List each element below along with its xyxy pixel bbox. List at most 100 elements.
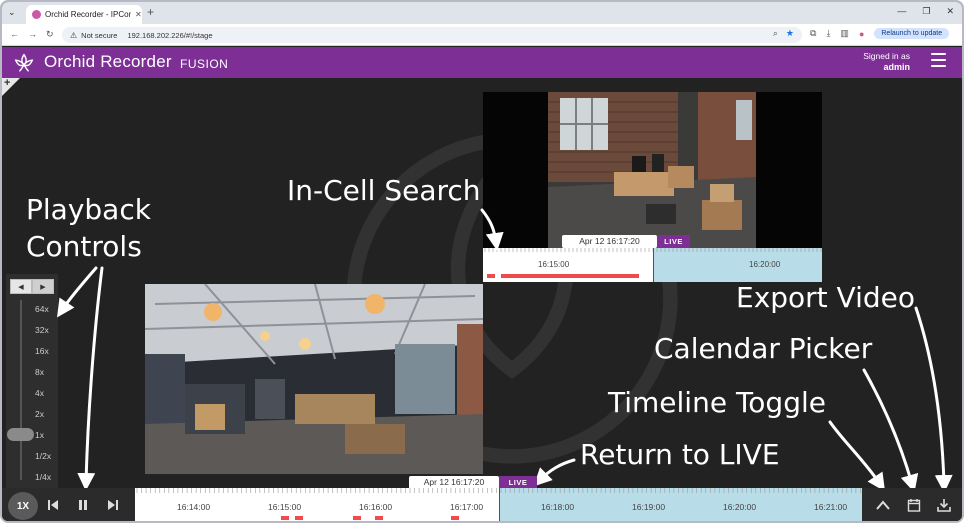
speed-arrows: ◀ ▶ [10,279,54,294]
caret-right-icon: ▶ [40,283,46,291]
download-tray-icon[interactable]: ⤓ [826,28,830,39]
timeline-toggle-button[interactable] [872,494,894,516]
speed-option[interactable]: 32x [35,325,49,335]
browser-tab-strip: ⌄ Orchid Recorder - IPConfigure ✕ + — ❐ … [2,2,962,24]
zoom-icon[interactable]: ⌕ [773,28,778,39]
in-cell-timeline[interactable]: 16:15:00 16:20:00 [483,248,822,282]
speed-option[interactable]: 1/4x [35,472,51,482]
restore-icon[interactable]: ❐ [922,6,930,17]
recording-mark [295,516,303,520]
recording-mark [375,516,383,520]
warning-icon: ⚠ [70,30,78,40]
security-status: Not secure [81,30,118,40]
speed-option-selected[interactable]: 1x [35,430,44,440]
speed-option[interactable]: 2x [35,409,44,419]
tab-title: Orchid Recorder - IPConfigure [45,10,131,19]
step-forward-button[interactable] [104,496,122,514]
camera-cell-1[interactable] [483,92,822,249]
speed-down-button[interactable]: ◀ [10,279,32,294]
browser-toolbar: ← → ↻ ⚠ Not secure 192.168.202.226/#!/st… [2,24,962,46]
annotation-in-cell-search: In-Cell Search [287,174,481,207]
pause-button[interactable] [74,496,92,514]
main-playhead[interactable] [499,488,500,521]
tab-search-icon[interactable]: ⌄ [8,7,16,18]
favicon-icon [32,10,41,19]
recording-mark [451,516,459,520]
tab-close-icon[interactable]: ✕ [135,10,142,19]
timeline-tick-label: 16:14:00 [177,502,211,512]
playback-bar: 1X 16:14:00 16:15:00 16:16:00 16:17:00 1… [2,488,962,521]
speed-option[interactable]: 64x [35,304,49,314]
speed-option[interactable]: 8x [35,367,44,377]
relaunch-button[interactable]: Relaunch to update [874,28,950,39]
speed-slider-track[interactable] [20,300,22,480]
orchid-logo-icon [14,53,34,72]
in-cell-live-button[interactable]: LIVE [657,235,690,248]
bookmark-star-icon[interactable]: ★ [786,28,794,39]
speed-toggle-button[interactable]: 1X [8,492,38,520]
timeline-tick-label: 16:19:00 [632,502,666,512]
speed-slider-thumb[interactable] [7,428,34,441]
step-back-icon [48,500,58,510]
annotation-return-to-live: Return to LIVE [580,438,780,471]
caret-left-icon: ◀ [18,283,24,291]
back-icon[interactable]: ← [10,29,19,39]
in-cell-timestamp: Apr 12 16:17:20 [562,235,657,248]
speed-option[interactable]: 1/2x [35,451,51,461]
in-cell-playhead[interactable] [653,248,654,282]
speed-option[interactable]: 4x [35,388,44,398]
playback-speed-panel: ◀ ▶ 64x 32x 16x 8x 4x 2x 1x 1/2x 1/4x [6,274,58,488]
minimize-icon[interactable]: — [897,6,906,17]
in-cell-tick-label: 16:20:00 [749,260,781,269]
username[interactable]: admin [883,62,910,72]
side-panel-icon[interactable]: ▥ [840,28,849,39]
app-window: ⌄ Orchid Recorder - IPConfigure ✕ + — ❐ … [0,0,964,523]
calendar-picker-button[interactable] [903,494,925,516]
timeline-tick-label: 16:20:00 [723,502,757,512]
recording-mark [487,274,495,278]
close-window-icon[interactable]: ✕ [946,6,954,17]
main-timeline[interactable]: 16:14:00 16:15:00 16:16:00 16:17:00 16:1… [135,488,862,521]
speed-up-button[interactable]: ▶ [32,279,54,294]
timeline-tick-label: 16:21:00 [814,502,848,512]
in-cell-tick-label: 16:15:00 [538,260,570,269]
download-icon [937,499,951,512]
export-video-button[interactable] [933,494,955,516]
camera-cell-2[interactable] [145,284,483,474]
add-icon[interactable]: + [4,78,10,89]
timeline-tick-label: 16:18:00 [541,502,575,512]
app-edition: FUSION [180,57,229,71]
address-bar[interactable]: ⚠ Not secure 192.168.202.226/#!/stage ⌕ … [62,27,802,43]
annotation-export-video: Export Video [736,281,916,314]
camera-feed-2 [145,284,483,474]
recording-mark [281,516,289,520]
timeline-tick-label: 16:15:00 [268,502,302,512]
annotation-calendar-picker: Calendar Picker [654,332,873,365]
annotation-playback-controls: Controls [26,230,142,263]
reload-icon[interactable]: ↻ [46,29,54,40]
menu-icon[interactable] [931,53,946,67]
recording-mark [353,516,361,520]
annotation-timeline-toggle: Timeline Toggle [608,386,826,419]
chevron-up-icon [876,500,890,510]
annotation-playback-controls: Playback [26,193,151,226]
profile-avatar-icon[interactable]: ● [859,29,864,39]
forward-icon[interactable]: → [28,29,37,39]
url-text: 192.168.202.226/#!/stage [127,30,213,40]
signed-in-label: Signed in as [863,51,910,61]
window-controls: — ❐ ✕ [897,6,954,17]
browser-tab[interactable]: Orchid Recorder - IPConfigure ✕ [26,5,142,24]
timeline-tick-label: 16:16:00 [359,502,393,512]
extensions-icon[interactable]: ⧉ [810,28,816,39]
app-header: Orchid Recorder FUSION Signed in as admi… [2,47,962,78]
step-forward-icon [108,500,118,510]
step-back-button[interactable] [44,496,62,514]
new-tab-icon[interactable]: + [147,5,154,19]
app-name: Orchid Recorder [44,52,172,71]
calendar-icon [907,499,921,512]
pause-icon [79,500,87,510]
recording-mark [501,274,639,278]
speed-option[interactable]: 16x [35,346,49,356]
browser-actions: ⧉ ⤓ ▥ ● Relaunch to update [810,28,950,39]
timeline-tick-label: 16:17:00 [450,502,484,512]
